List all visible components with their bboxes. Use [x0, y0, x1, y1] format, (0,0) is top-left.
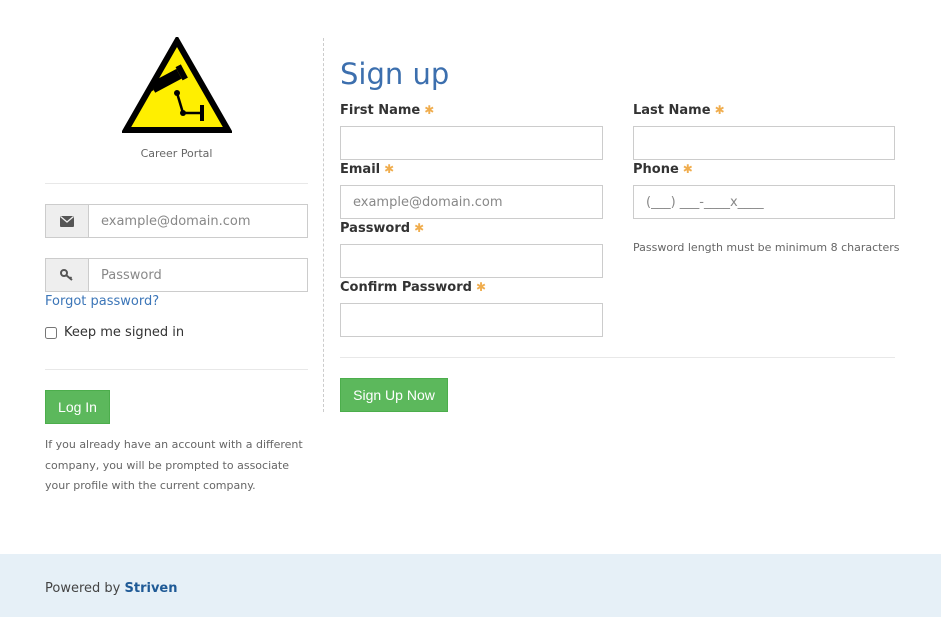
required-icon: ✱	[714, 103, 725, 117]
forgot-password-link[interactable]: Forgot password?	[45, 294, 159, 309]
login-button[interactable]: Log In	[45, 390, 110, 424]
key-icon	[46, 259, 89, 291]
phone-input[interactable]	[633, 185, 895, 219]
divider-line	[45, 183, 308, 184]
keep-signed-in[interactable]: Keep me signed in	[45, 325, 184, 340]
password-label: Password ✱	[340, 221, 425, 236]
password-hint: Password length must be minimum 8 charac…	[633, 241, 900, 254]
striven-link[interactable]: Striven	[125, 581, 178, 596]
confirm-password-input[interactable]	[340, 303, 603, 337]
signup-title: Sign up	[340, 57, 450, 91]
account-note: If you already have an account with a di…	[45, 438, 303, 492]
required-icon: ✱	[414, 221, 425, 235]
last-name-label: Last Name ✱	[633, 103, 725, 118]
envelope-icon	[46, 205, 89, 237]
email-label: Email ✱	[340, 162, 395, 177]
last-name-input[interactable]	[633, 126, 895, 160]
divider-line	[340, 357, 895, 358]
required-icon: ✱	[384, 162, 395, 176]
keep-signed-in-label: Keep me signed in	[64, 325, 185, 340]
signup-password-input[interactable]	[340, 244, 603, 278]
footer: Powered by Striven	[0, 554, 941, 617]
phone-label: Phone ✱	[633, 162, 693, 177]
first-name-input[interactable]	[340, 126, 603, 160]
divider-line	[45, 369, 308, 370]
column-divider	[323, 38, 324, 412]
login-email-input[interactable]	[89, 205, 307, 237]
login-email-group	[45, 204, 308, 238]
login-password-group	[45, 258, 308, 292]
powered-by: Powered by Striven	[45, 581, 178, 596]
signup-button[interactable]: Sign Up Now	[340, 378, 448, 412]
portal-name: Career Portal	[140, 147, 213, 160]
signup-email-input[interactable]	[340, 185, 603, 219]
required-icon: ✱	[475, 280, 486, 294]
required-icon: ✱	[682, 162, 693, 176]
first-name-label: First Name ✱	[340, 103, 435, 118]
confirm-password-label: Confirm Password ✱	[340, 280, 486, 295]
cctv-warning-sign-icon	[122, 37, 232, 133]
keep-signed-in-checkbox[interactable]	[45, 326, 57, 339]
required-icon: ✱	[424, 103, 435, 117]
login-password-input[interactable]	[89, 259, 307, 291]
